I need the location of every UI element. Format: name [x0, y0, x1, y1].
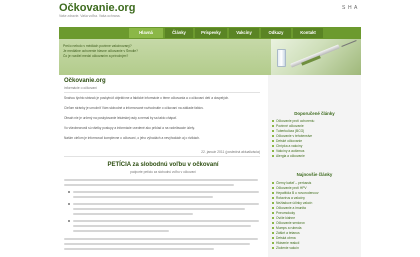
sidebar-link[interactable]: Nežiaduce účinky vakcín — [276, 201, 358, 205]
divider — [64, 92, 260, 93]
page-title: Očkovanie.org — [64, 78, 106, 84]
lang-link-a[interactable]: A — [354, 5, 357, 11]
link-bullet — [272, 237, 274, 239]
sidebar-link[interactable]: Hlásenie reakcií — [276, 241, 358, 245]
link-bullet — [272, 212, 274, 214]
sidebar-link[interactable]: Chrípka a vakcíny — [276, 144, 358, 148]
link-bullet — [272, 145, 274, 147]
text-line — [73, 191, 259, 193]
link-bullet — [272, 242, 274, 244]
sidebar-link[interactable]: Očkovanie a imunita — [276, 206, 358, 210]
intro-paragraph: Obsah nie je určený na poskytovanie leká… — [64, 116, 177, 120]
sidebar-link[interactable]: Vakcíny a autizmus — [276, 149, 358, 153]
vaccine-syringe-image — [271, 39, 361, 75]
nav-item-links[interactable]: Odkazy — [261, 28, 291, 38]
petition-subtitle: podporte petíciu za slobodnú voľbu v očk… — [130, 170, 196, 174]
vial-shape — [277, 49, 286, 67]
banner-line: Prečo nebolo v médiách povinne vakcinova… — [63, 44, 132, 48]
link-bullet — [272, 202, 274, 204]
link-bullet — [272, 222, 274, 224]
latest-articles-title: Najnovšie články — [296, 172, 333, 177]
link-bullet — [272, 232, 274, 234]
lang-link-h[interactable]: H — [348, 5, 352, 11]
sidebar-link[interactable]: Záškrt a tetanus — [276, 231, 358, 235]
text-line — [73, 225, 251, 227]
text-line — [73, 196, 213, 198]
sidebar-link[interactable]: Ovčie kiahne — [276, 216, 358, 220]
sidebar-link[interactable]: Očkovanie proti ochoreniu — [276, 119, 358, 123]
link-bullet — [272, 187, 274, 189]
site-logo[interactable]: Očkovanie.org — [59, 2, 135, 14]
sidebar-link[interactable]: Očkovanie proti HPV — [276, 186, 358, 190]
text-line — [64, 238, 258, 240]
link-bullet — [272, 155, 274, 157]
text-line — [64, 184, 234, 186]
intro-paragraph: Vo všeobecnosti sú všetky postupy a info… — [64, 126, 195, 130]
link-bullet — [272, 197, 274, 199]
intro-paragraph: Snahou týchto stránok je poskytnúť objek… — [64, 96, 230, 100]
sidebar-link[interactable]: Zloženie vakcín — [276, 246, 358, 250]
sidebar-link[interactable]: Pneumokoky — [276, 211, 358, 215]
sidebar-link[interactable]: Tuberkulóza (BCG) — [276, 129, 358, 133]
intro-paragraph: Cieľom stránky je umožniť Vám slobodné a… — [64, 106, 204, 110]
text-line — [73, 203, 259, 205]
needle-shape — [341, 40, 357, 47]
main-nav: Hlavná Články Príspevky Vakcíny Odkazy K… — [59, 27, 361, 39]
list-bullet — [68, 203, 70, 205]
intro-banner: Prečo nebolo v médiách povinne vakcinova… — [59, 39, 361, 75]
sidebar-link[interactable]: Povinné očkovanie — [276, 124, 358, 128]
text-line — [64, 179, 258, 181]
recommended-articles-title: Doporučené články — [294, 111, 335, 116]
page-subtitle: informácie o očkovaní — [64, 86, 97, 90]
text-line — [73, 208, 245, 210]
link-bullet — [272, 135, 274, 137]
text-line — [73, 220, 259, 222]
link-bullet — [272, 192, 274, 194]
text-line — [64, 248, 214, 250]
link-bullet — [272, 130, 274, 132]
banner-line: Čo je rozdiel medzi očkovaním a prírodný… — [63, 54, 129, 58]
link-bullet — [272, 217, 274, 219]
lang-link-s[interactable]: S — [342, 5, 345, 11]
petition-title[interactable]: PETÍCIA za slobodnú voľbu v očkovaní — [59, 162, 267, 168]
banner-line: Je mediálne ochorenie hlavne očkovanie v… — [63, 49, 138, 53]
link-bullet — [272, 207, 274, 209]
text-line — [73, 230, 169, 232]
link-bullet — [272, 227, 274, 229]
nav-item-vaccines[interactable]: Vakcíny — [229, 28, 259, 38]
sidebar-link[interactable]: Očkovanie seniorov — [276, 221, 358, 225]
site-header: Očkovanie.org Vaše zdravie. Vaša voľba. … — [0, 0, 420, 30]
sidebar: Doporučené články Očkovanie proti ochore… — [268, 75, 361, 257]
divider — [64, 156, 260, 157]
link-bullet — [272, 150, 274, 152]
nav-item-home[interactable]: Hlavná — [129, 28, 163, 38]
update-date: 22. január 2011 (posledná aktualizácia) — [201, 150, 260, 154]
link-bullet — [272, 125, 274, 127]
link-bullet — [272, 247, 274, 249]
sidebar-link[interactable]: Detská obrna — [276, 236, 358, 240]
sidebar-link[interactable]: Alergia a očkovanie — [276, 154, 358, 158]
nav-item-posts[interactable]: Príspevky — [195, 28, 227, 38]
link-bullet — [272, 120, 274, 122]
sidebar-link[interactable]: Detské očkovanie — [276, 139, 358, 143]
sidebar-link[interactable]: Rotavírus a vakcíny — [276, 196, 358, 200]
text-line — [64, 243, 250, 245]
sidebar-link[interactable]: Mumps a rubeola — [276, 226, 358, 230]
link-bullet — [272, 140, 274, 142]
sidebar-link[interactable]: Očkovanie v tehotenstve — [276, 134, 358, 138]
list-bullet — [68, 220, 70, 222]
site-tagline: Vaše zdravie. Vaša voľba. Vaša ochrana. — [59, 14, 121, 18]
main-content: Očkovanie.org informácie o očkovaní Snah… — [59, 75, 267, 257]
link-bullet — [272, 182, 274, 184]
sidebar-link[interactable]: Čierny kašeľ – pertussis — [276, 181, 358, 185]
nav-item-articles[interactable]: Články — [165, 28, 193, 38]
sidebar-link[interactable]: Hepatitída B u novorodencov — [276, 191, 358, 195]
nav-item-contact[interactable]: Kontakt — [293, 28, 323, 38]
text-line — [73, 213, 193, 215]
intro-paragraph: Naším cieľom je informovať komplexne o o… — [64, 136, 200, 140]
list-bullet — [68, 191, 70, 193]
